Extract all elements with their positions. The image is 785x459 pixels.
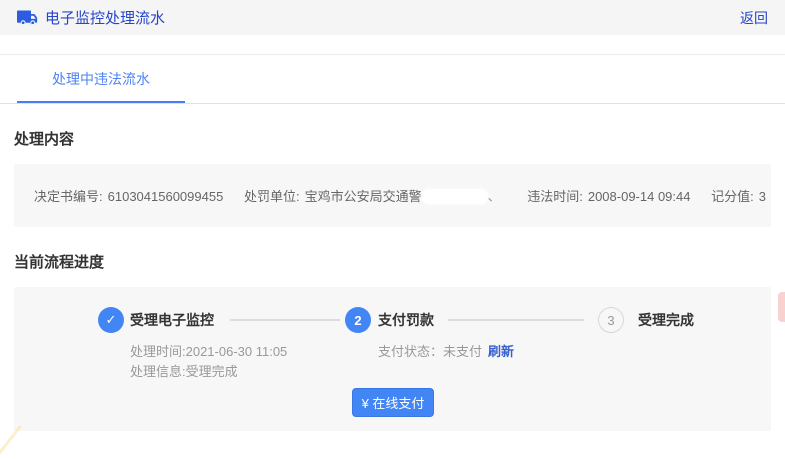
online-pay-button[interactable]: ¥ 在线支付: [352, 388, 434, 417]
step1-check-icon: ✓: [98, 307, 124, 333]
header-left: 电子监控处理流水: [17, 7, 165, 28]
payment-status-label: 支付状态：未支付: [378, 344, 482, 359]
connector-1: [230, 319, 340, 321]
step2-label: 支付罚款: [378, 307, 434, 333]
floating-widget[interactable]: [778, 292, 785, 322]
field-violation-time: 违法时间:2008-09-14 09:44: [527, 189, 690, 204]
section-title-progress: 当前流程进度: [14, 251, 771, 272]
field-decision-number: 决定书编号:6103041560099455: [34, 189, 223, 204]
step1-detail-time: 处理时间:2021-06-30 11:05: [130, 342, 287, 362]
step3-label: 受理完成: [638, 307, 694, 333]
field-punish-unit: 处罚单位:宝鸡市公安局交通警、: [244, 189, 507, 204]
page-title: 电子监控处理流水: [45, 7, 165, 28]
step1-detail-info: 处理信息:受理完成: [130, 362, 287, 382]
truck-icon: [17, 7, 38, 28]
connector-2: [448, 319, 584, 321]
step2-number: 2: [345, 307, 371, 333]
main-content: 处理内容 决定书编号:6103041560099455 处罚单位:宝鸡市公安局交…: [0, 128, 785, 431]
tab-processing-violations[interactable]: 处理中违法流水: [17, 56, 185, 103]
step1-details: 处理时间:2021-06-30 11:05 处理信息:受理完成: [130, 342, 287, 382]
back-button[interactable]: 返回: [740, 8, 768, 28]
step1-label: 受理电子监控: [130, 307, 214, 333]
tab-bar: 处理中违法流水: [0, 54, 785, 104]
section-title-content: 处理内容: [14, 128, 771, 149]
refresh-link[interactable]: 刷新: [488, 344, 514, 359]
content-panel: 决定书编号:6103041560099455 处罚单位:宝鸡市公安局交通警、 违…: [14, 164, 771, 227]
field-points: 记分值:3: [711, 189, 766, 204]
header: 电子监控处理流水 返回: [0, 0, 785, 35]
progress-panel: ✓ 受理电子监控 2 支付罚款 3 受理完成 处理时间:2021-06-30 1…: [14, 287, 771, 431]
step3-number: 3: [598, 307, 624, 333]
step2-details: 支付状态：未支付刷新: [378, 342, 514, 362]
redacted-text-overlay: [422, 189, 488, 204]
